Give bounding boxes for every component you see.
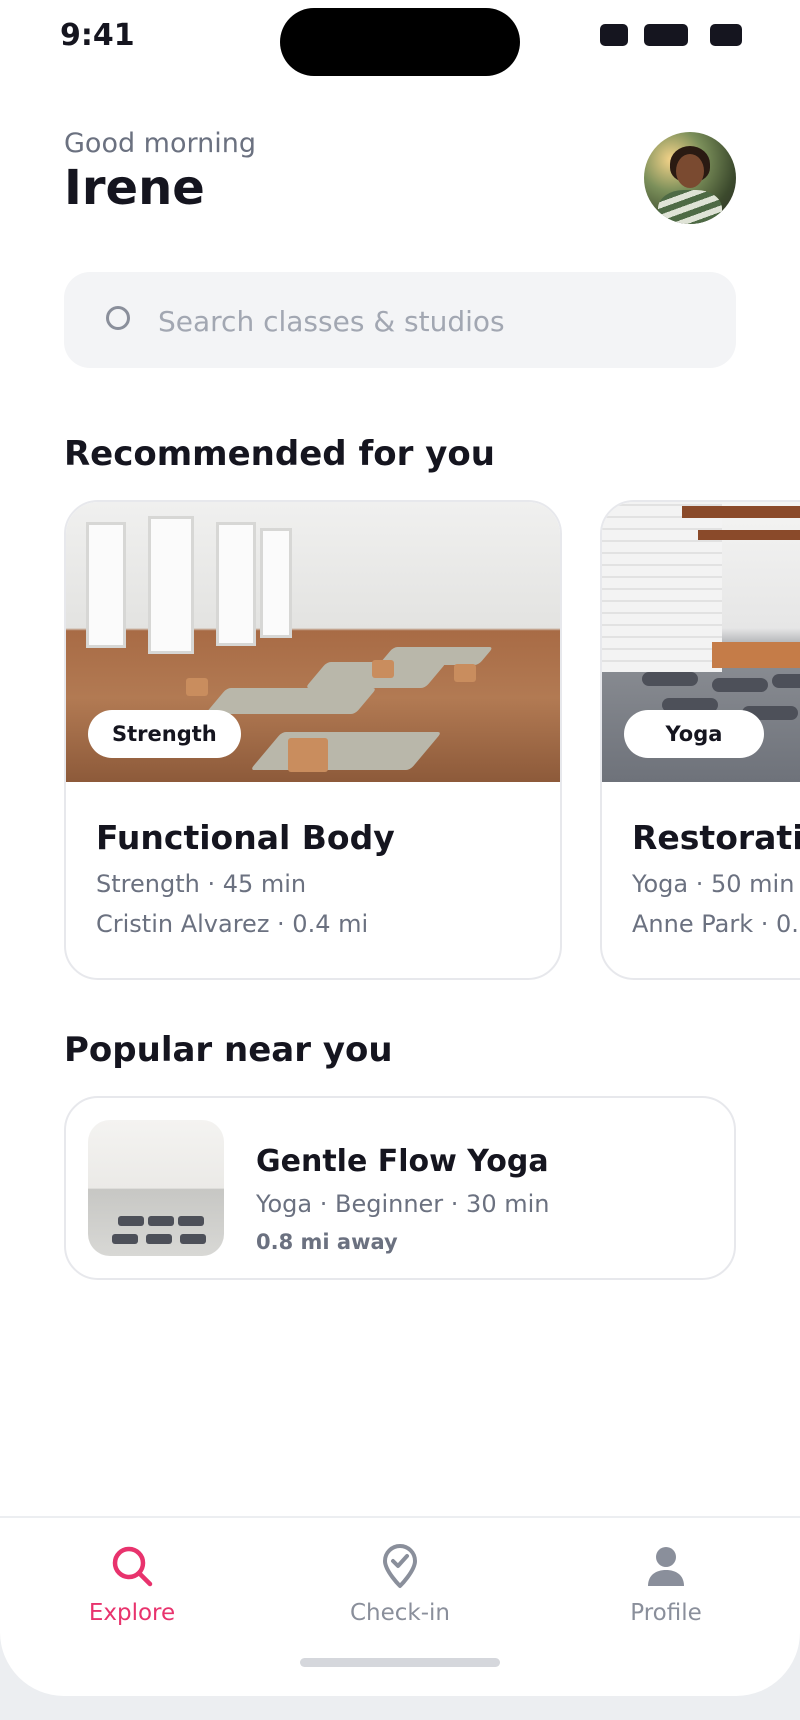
class-card-image: Strength bbox=[66, 502, 560, 782]
tab-check-in[interactable]: Check-in bbox=[310, 1542, 490, 1652]
yoga-block bbox=[372, 660, 394, 678]
class-meta: Yoga · 50 min bbox=[632, 870, 795, 898]
greeting-text: Good morning bbox=[64, 128, 256, 159]
tab-explore[interactable]: Explore bbox=[42, 1542, 222, 1652]
avatar-shirt bbox=[658, 190, 722, 224]
yoga-mat bbox=[642, 672, 698, 686]
studio-window bbox=[260, 528, 292, 638]
section-title-recommended: Recommended for you bbox=[64, 434, 495, 474]
person-icon bbox=[648, 1547, 684, 1586]
yoga-mat bbox=[250, 732, 442, 770]
yoga-mat bbox=[180, 1234, 206, 1244]
wifi-icon bbox=[644, 24, 688, 46]
yoga-mat bbox=[112, 1234, 138, 1244]
studio-window bbox=[86, 522, 126, 648]
location-check-icon bbox=[383, 1544, 417, 1588]
yoga-mat bbox=[205, 688, 377, 714]
studio-window bbox=[216, 522, 256, 646]
yoga-mat bbox=[146, 1234, 172, 1244]
search-icon bbox=[106, 306, 130, 330]
tab-label: Profile bbox=[630, 1600, 702, 1626]
popular-class-meta: Yoga · Beginner · 30 min bbox=[256, 1190, 550, 1218]
tab-profile[interactable]: Profile bbox=[576, 1542, 756, 1652]
yoga-mat bbox=[712, 678, 768, 692]
ceiling-beam bbox=[698, 530, 800, 540]
category-badge: Strength bbox=[88, 710, 241, 758]
app-screen: 9:41 Good morning Irene Recommended for … bbox=[0, 0, 800, 1696]
class-title: Functional Body bbox=[96, 818, 395, 857]
class-card-image: Yoga bbox=[602, 502, 800, 782]
search-input[interactable] bbox=[156, 294, 700, 348]
brick-wall bbox=[602, 502, 722, 672]
popular-class-title: Gentle Flow Yoga bbox=[256, 1144, 549, 1179]
yoga-mat bbox=[378, 647, 494, 665]
popular-class-distance: 0.8 mi away bbox=[256, 1230, 398, 1254]
class-card[interactable]: Strength Functional Body Strength · 45 m… bbox=[64, 500, 562, 980]
user-name: Irene bbox=[64, 160, 205, 216]
class-instructor-distance: Cristin Alvarez · 0.4 mi bbox=[96, 910, 369, 938]
status-time: 9:41 bbox=[60, 18, 135, 53]
wood-counter bbox=[712, 642, 800, 668]
yoga-mat bbox=[148, 1216, 174, 1226]
tab-bar: Explore Check-in Profile bbox=[0, 1516, 800, 1696]
class-title: Restorative bbox=[632, 818, 800, 857]
class-instructor-distance: Anne Park · 0.6 mi bbox=[632, 910, 800, 938]
cellular-signal-icon bbox=[600, 24, 628, 46]
dynamic-island bbox=[280, 8, 520, 76]
yoga-mat bbox=[178, 1216, 204, 1226]
battery-icon bbox=[710, 24, 742, 46]
class-card[interactable]: Yoga Restorative Yoga · 50 min Anne Park… bbox=[600, 500, 800, 980]
search-icon bbox=[112, 1546, 153, 1587]
yoga-block bbox=[288, 738, 328, 772]
search-bar[interactable] bbox=[64, 272, 736, 368]
yoga-block bbox=[454, 664, 476, 682]
avatar-face bbox=[676, 154, 704, 188]
yoga-block bbox=[186, 678, 208, 696]
studio-window bbox=[148, 516, 194, 654]
popular-class-item[interactable]: Gentle Flow Yoga Yoga · Beginner · 30 mi… bbox=[64, 1096, 736, 1280]
avatar[interactable] bbox=[644, 132, 736, 224]
popular-class-thumbnail bbox=[88, 1120, 224, 1256]
home-indicator bbox=[300, 1658, 500, 1667]
ceiling-beam bbox=[682, 506, 800, 518]
class-meta: Strength · 45 min bbox=[96, 870, 307, 898]
category-badge: Yoga bbox=[624, 710, 764, 758]
tab-label: Explore bbox=[88, 1600, 176, 1626]
section-title-popular: Popular near you bbox=[64, 1030, 393, 1070]
yoga-mat bbox=[118, 1216, 144, 1226]
yoga-mat bbox=[772, 674, 800, 688]
tab-label: Check-in bbox=[349, 1600, 451, 1626]
